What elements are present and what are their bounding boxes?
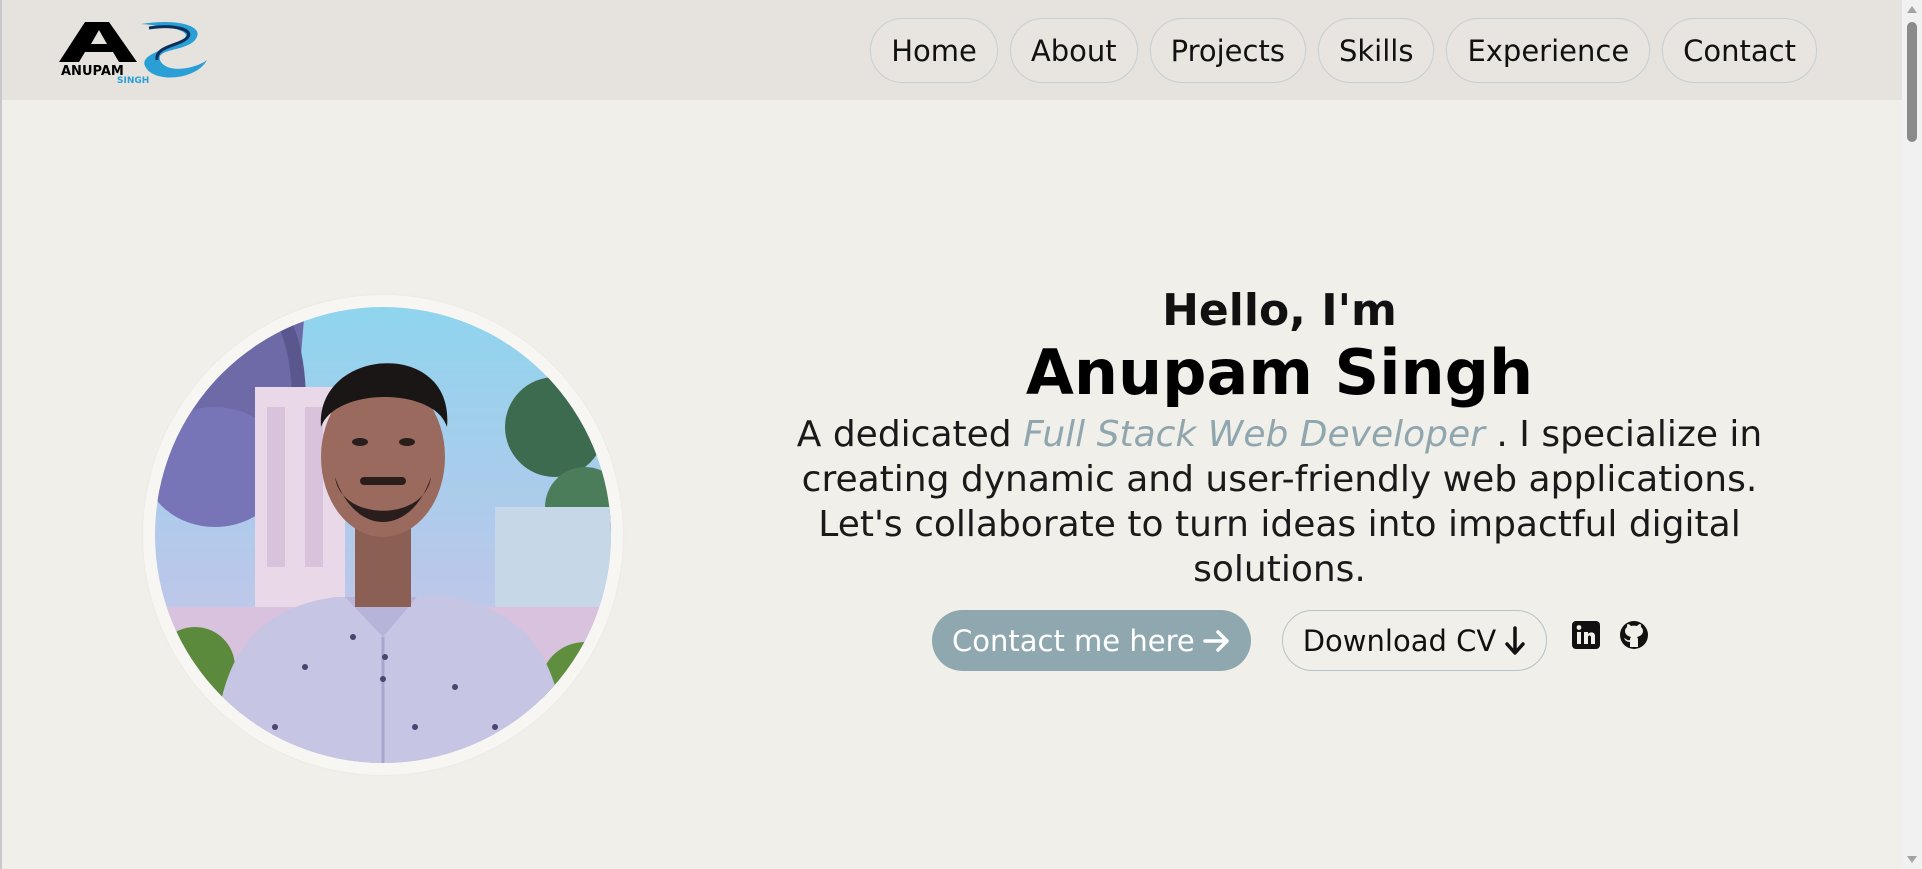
tagline-prefix: A dedicated xyxy=(796,414,1012,456)
social-links xyxy=(1571,620,1649,650)
scroll-up-arrow-icon[interactable] xyxy=(1907,6,1917,13)
logo-graphic: ANUPAM SINGH xyxy=(59,21,207,86)
site-header: ANUPAM SINGH Home About Projects Skills … xyxy=(2,0,1902,100)
hero-name: Anupam Singh xyxy=(1025,335,1534,409)
nav-projects[interactable]: Projects xyxy=(1149,18,1306,83)
hero-section: Hello, I'm Anupam Singh A dedicated Full… xyxy=(762,285,1797,592)
scroll-down-arrow-icon[interactable] xyxy=(1907,856,1917,863)
download-cv-button[interactable]: Download CV xyxy=(1281,610,1548,671)
github-icon[interactable] xyxy=(1619,620,1649,650)
site-logo[interactable]: ANUPAM SINGH xyxy=(57,18,209,86)
nav-home[interactable]: Home xyxy=(870,18,998,83)
main-nav: Home About Projects Skills Experience Co… xyxy=(870,18,1817,83)
arrow-down-icon xyxy=(1505,625,1525,655)
nav-about[interactable]: About xyxy=(1009,18,1138,83)
scrollbar-thumb[interactable] xyxy=(1907,22,1917,142)
hero-actions: Contact me here Download CV xyxy=(932,610,1649,671)
page: ANUPAM SINGH Home About Projects Skills … xyxy=(2,0,1902,869)
hero-greeting: Hello, I'm xyxy=(1162,285,1397,336)
linkedin-icon[interactable] xyxy=(1571,620,1601,650)
arrow-right-icon xyxy=(1202,629,1229,652)
hero-tagline: A dedicated Full Stack Web Developer . I… xyxy=(762,412,1797,592)
vertical-scrollbar[interactable] xyxy=(1902,0,1922,869)
nav-contact[interactable]: Contact xyxy=(1662,18,1817,83)
nav-skills[interactable]: Skills xyxy=(1317,18,1435,83)
download-cv-label: Download CV xyxy=(1302,623,1497,658)
profile-photo-frame xyxy=(143,295,623,775)
logo-line1: ANUPAM xyxy=(61,64,124,79)
nav-experience[interactable]: Experience xyxy=(1446,18,1651,83)
tagline-highlight: Full Stack Web Developer xyxy=(1023,414,1485,456)
contact-me-label: Contact me here xyxy=(952,623,1195,658)
contact-me-button[interactable]: Contact me here xyxy=(932,610,1251,671)
profile-photo xyxy=(155,307,611,763)
logo-line2: SINGH xyxy=(117,76,149,84)
